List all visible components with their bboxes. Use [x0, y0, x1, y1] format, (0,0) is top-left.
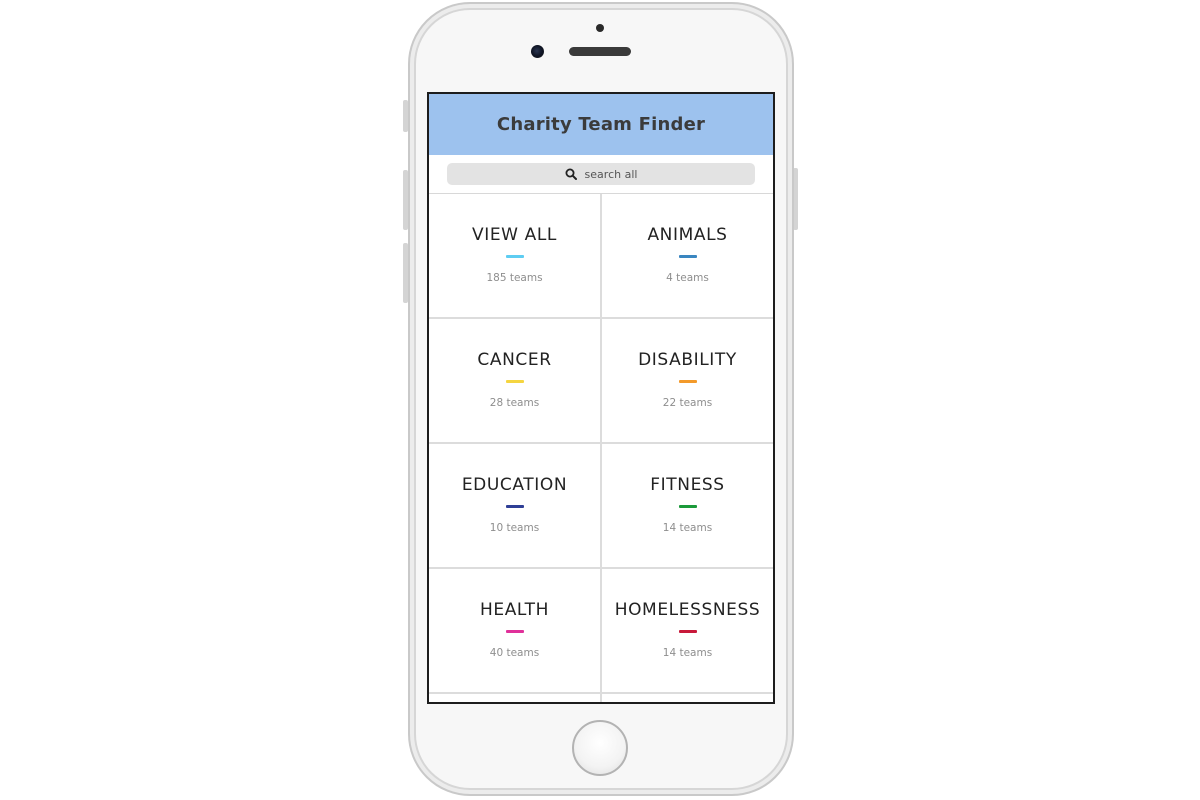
category-color-bar [505, 630, 524, 633]
category-tile-fitness[interactable]: FITNESS 14 teams [602, 444, 773, 567]
category-team-count: 185 teams [486, 272, 543, 284]
category-team-count: 14 teams [662, 647, 713, 659]
category-name: FITNESS [650, 475, 725, 495]
category-color-bar [678, 630, 697, 633]
search-icon [565, 168, 577, 180]
category-tile-animals[interactable]: ANIMALS 4 teams [602, 194, 773, 317]
category-tile-health[interactable]: HEALTH 40 teams [429, 569, 600, 692]
home-button[interactable] [572, 720, 628, 776]
category-team-count: 10 teams [489, 522, 540, 534]
category-color-bar [505, 255, 524, 258]
proximity-sensor [596, 24, 604, 32]
category-team-count: 40 teams [489, 647, 540, 659]
category-name: CANCER [477, 350, 552, 370]
device-stage: Charity Team Finder search all VIEW ALL … [0, 0, 1200, 800]
search-section: search all [429, 155, 773, 194]
app-title: Charity Team Finder [496, 114, 706, 135]
category-color-bar [678, 380, 697, 383]
category-grid: VIEW ALL 185 teams ANIMALS 4 teams CANCE… [429, 194, 773, 702]
category-color-bar [678, 505, 697, 508]
category-name: VIEW ALL [472, 225, 557, 245]
front-camera-icon [531, 45, 544, 58]
category-team-count: 14 teams [662, 522, 713, 534]
category-name: HEALTH [479, 600, 550, 620]
category-tile-view-all[interactable]: VIEW ALL 185 teams [429, 194, 600, 317]
category-color-bar [505, 505, 524, 508]
search-placeholder: search all [584, 167, 638, 181]
category-name: DISABILITY [638, 350, 737, 370]
category-name: ANIMALS [647, 225, 728, 245]
phone-screen: Charity Team Finder search all VIEW ALL … [427, 92, 775, 704]
search-input[interactable]: search all [447, 163, 755, 185]
category-name: EDUCATION [461, 475, 568, 495]
app-header: Charity Team Finder [429, 94, 773, 155]
category-tile-partial[interactable] [602, 694, 773, 702]
category-name: HOMELESSNESS [614, 600, 761, 620]
category-tile-cancer[interactable]: CANCER 28 teams [429, 319, 600, 442]
category-tile-partial[interactable] [429, 694, 600, 702]
category-color-bar [505, 380, 524, 383]
category-team-count: 28 teams [489, 397, 540, 409]
category-team-count: 4 teams [666, 272, 709, 284]
category-team-count: 22 teams [662, 397, 713, 409]
category-tile-education[interactable]: EDUCATION 10 teams [429, 444, 600, 567]
earpiece-speaker [569, 47, 631, 56]
category-tile-homelessness[interactable]: HOMELESSNESS 14 teams [602, 569, 773, 692]
category-color-bar [678, 255, 697, 258]
category-tile-disability[interactable]: DISABILITY 22 teams [602, 319, 773, 442]
